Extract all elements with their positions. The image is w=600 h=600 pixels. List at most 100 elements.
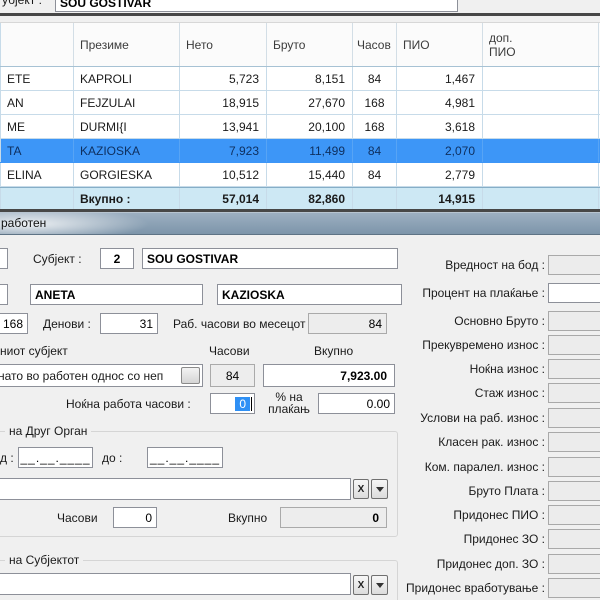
- night-work-hours-field[interactable]: 0: [210, 393, 255, 414]
- cell-hours: 84: [353, 163, 397, 186]
- col-header-first-name[interactable]: [0, 23, 74, 66]
- field-class-mgmt-amount: [548, 432, 600, 452]
- subject-label: Субјект :: [33, 252, 82, 266]
- from-date-field[interactable]: __.__.____: [18, 447, 93, 468]
- cell-surname: KAPROLI: [74, 67, 180, 90]
- table-header-row: Презиме Нето Бруто Часов ПИО доп. ПИО: [0, 22, 600, 67]
- to-date-label: до :: [102, 451, 122, 465]
- label-contribution-zo: Придонес ЗО :: [325, 532, 545, 546]
- subject-group-title: на Субјектот: [5, 553, 83, 567]
- window-title: работен: [1, 216, 46, 230]
- col-header-gross[interactable]: Бруто: [267, 23, 353, 66]
- days-field[interactable]: 31: [100, 313, 158, 334]
- col-header-pio[interactable]: ПИО: [397, 23, 483, 66]
- cell-first-name: ETE: [0, 67, 74, 90]
- cell-hours: 168: [353, 91, 397, 114]
- clipped-field-2[interactable]: [0, 284, 8, 305]
- employee-window-titlebar[interactable]: работен: [0, 212, 600, 235]
- to-date-field[interactable]: __.__.____: [147, 447, 223, 468]
- col-header-net[interactable]: Нето: [180, 23, 267, 66]
- cell-pio: 4,981: [397, 91, 483, 114]
- table-row[interactable]: ETE KAPROLI 5,723 8,151 84 1,467: [0, 67, 600, 91]
- field-contribution-pio: [548, 505, 600, 525]
- field-overtime-amount: [548, 335, 600, 355]
- employees-table: Презиме Нето Бруто Часов ПИО доп. ПИО ET…: [0, 22, 600, 211]
- section-label-clipped: ниот субјект: [0, 344, 68, 358]
- employment-type-value: нато во работен однос со неп: [0, 369, 163, 383]
- label-work-conditions-amount: Услови на раб. износ :: [325, 411, 545, 425]
- cell-pio: 1,467: [397, 67, 483, 90]
- table-row[interactable]: AN FEJZULAI 18,915 27,670 168 4,981: [0, 91, 600, 115]
- col-header-dop-pio[interactable]: доп. ПИО: [483, 23, 599, 66]
- label-night-amount: Ноќна износ :: [325, 362, 545, 376]
- cell-net: 18,915: [180, 91, 267, 114]
- subject-name-field-clipped[interactable]: SOU GOSTIVAR: [55, 0, 458, 12]
- label-overtime-amount: Прекувремено износ :: [325, 338, 545, 352]
- clipped-field-1[interactable]: [0, 248, 8, 269]
- first-name-field[interactable]: ANETA: [30, 284, 203, 305]
- cell-dop-pio: [483, 91, 599, 114]
- cell-blank: [0, 188, 74, 210]
- field-contribution-dop-zo: [548, 554, 600, 574]
- col-header-surname[interactable]: Презиме: [74, 23, 180, 66]
- panel-separator-top: [0, 13, 600, 16]
- other-org-combo[interactable]: [0, 478, 351, 500]
- from-date-label: д :: [0, 451, 14, 465]
- table-row[interactable]: ME DURMI{I 13,941 20,100 168 3,618: [0, 115, 600, 139]
- field-contribution-employment: [548, 578, 600, 598]
- percent-pay-label: % на плаќањ: [261, 391, 317, 415]
- cell-gross: 11,499: [267, 139, 353, 162]
- field-seniority-amount: [548, 383, 600, 403]
- cell-hours: 84: [353, 67, 397, 90]
- cell-gross: 20,100: [267, 115, 353, 138]
- cell-dop-pio: [483, 115, 599, 138]
- employment-hours-field: 84: [210, 364, 255, 387]
- hours-column-label: Часови: [209, 344, 250, 358]
- col-header-hours[interactable]: Часов: [353, 23, 397, 66]
- other-org-total-label: Вкупно: [228, 511, 267, 525]
- cell-first-name: ELINA: [0, 163, 74, 186]
- cell-dop-pio: [483, 163, 599, 186]
- other-org-hours-field[interactable]: 0: [113, 507, 157, 528]
- cell-first-name: ME: [0, 115, 74, 138]
- field-night-amount: [548, 359, 600, 379]
- cell-surname: GORGIESKA: [74, 163, 180, 186]
- cell-surname: FEJZULAI: [74, 91, 180, 114]
- chevron-down-icon[interactable]: [181, 367, 200, 384]
- subject-id-field[interactable]: 2: [100, 248, 134, 269]
- label-seniority-amount: Стаж износ :: [325, 386, 545, 400]
- cell-net: 10,512: [180, 163, 267, 186]
- field-gross-salary: [548, 481, 600, 501]
- label-contribution-dop-zo: Придонес доп. ЗО :: [325, 557, 545, 571]
- cell-surname: DURMI{I: [74, 115, 180, 138]
- text-cursor: [251, 397, 252, 411]
- cell-first-name: AN: [0, 91, 74, 114]
- label-class-mgmt-amount: Класен рак. износ :: [325, 435, 545, 449]
- cell-hours: 84: [353, 139, 397, 162]
- days-label: Денови :: [43, 317, 91, 331]
- field-comm-parallel-amount: [548, 457, 600, 477]
- employment-type-dropdown[interactable]: нато во работен однос со неп: [0, 364, 203, 387]
- total-gross: 82,860: [267, 188, 353, 210]
- cell-hours: 168: [353, 115, 397, 138]
- cell-net: 5,723: [180, 67, 267, 90]
- subject-label-clipped: убјект :: [2, 0, 42, 7]
- other-org-group-title: на Друг Орган: [5, 424, 91, 438]
- field-contribution-zo: [548, 529, 600, 549]
- total-dop-pio: [483, 188, 599, 210]
- subject-combo[interactable]: [0, 573, 351, 595]
- cell-pio: 2,779: [397, 163, 483, 186]
- other-org-hours-label: Часови: [57, 511, 98, 525]
- total-net: 57,014: [180, 188, 267, 210]
- field-payment-percent[interactable]: [548, 283, 600, 303]
- cell-surname: KAZIOSKA: [74, 139, 180, 162]
- table-row[interactable]: ELINA GORGIESKA 10,512 15,440 84 2,779: [0, 163, 600, 187]
- cell-dop-pio: [483, 139, 599, 162]
- cell-pio: 2,070: [397, 139, 483, 162]
- hours-168-field[interactable]: 168: [0, 313, 28, 334]
- night-work-selected-text: 0: [235, 397, 250, 411]
- label-value-per-point: Вредност на бод :: [325, 258, 545, 272]
- total-label: Вкупно :: [74, 188, 180, 210]
- cell-net: 7,923: [180, 139, 267, 162]
- table-row-selected[interactable]: TA KAZIOSKA 7,923 11,499 84 2,070: [0, 139, 600, 163]
